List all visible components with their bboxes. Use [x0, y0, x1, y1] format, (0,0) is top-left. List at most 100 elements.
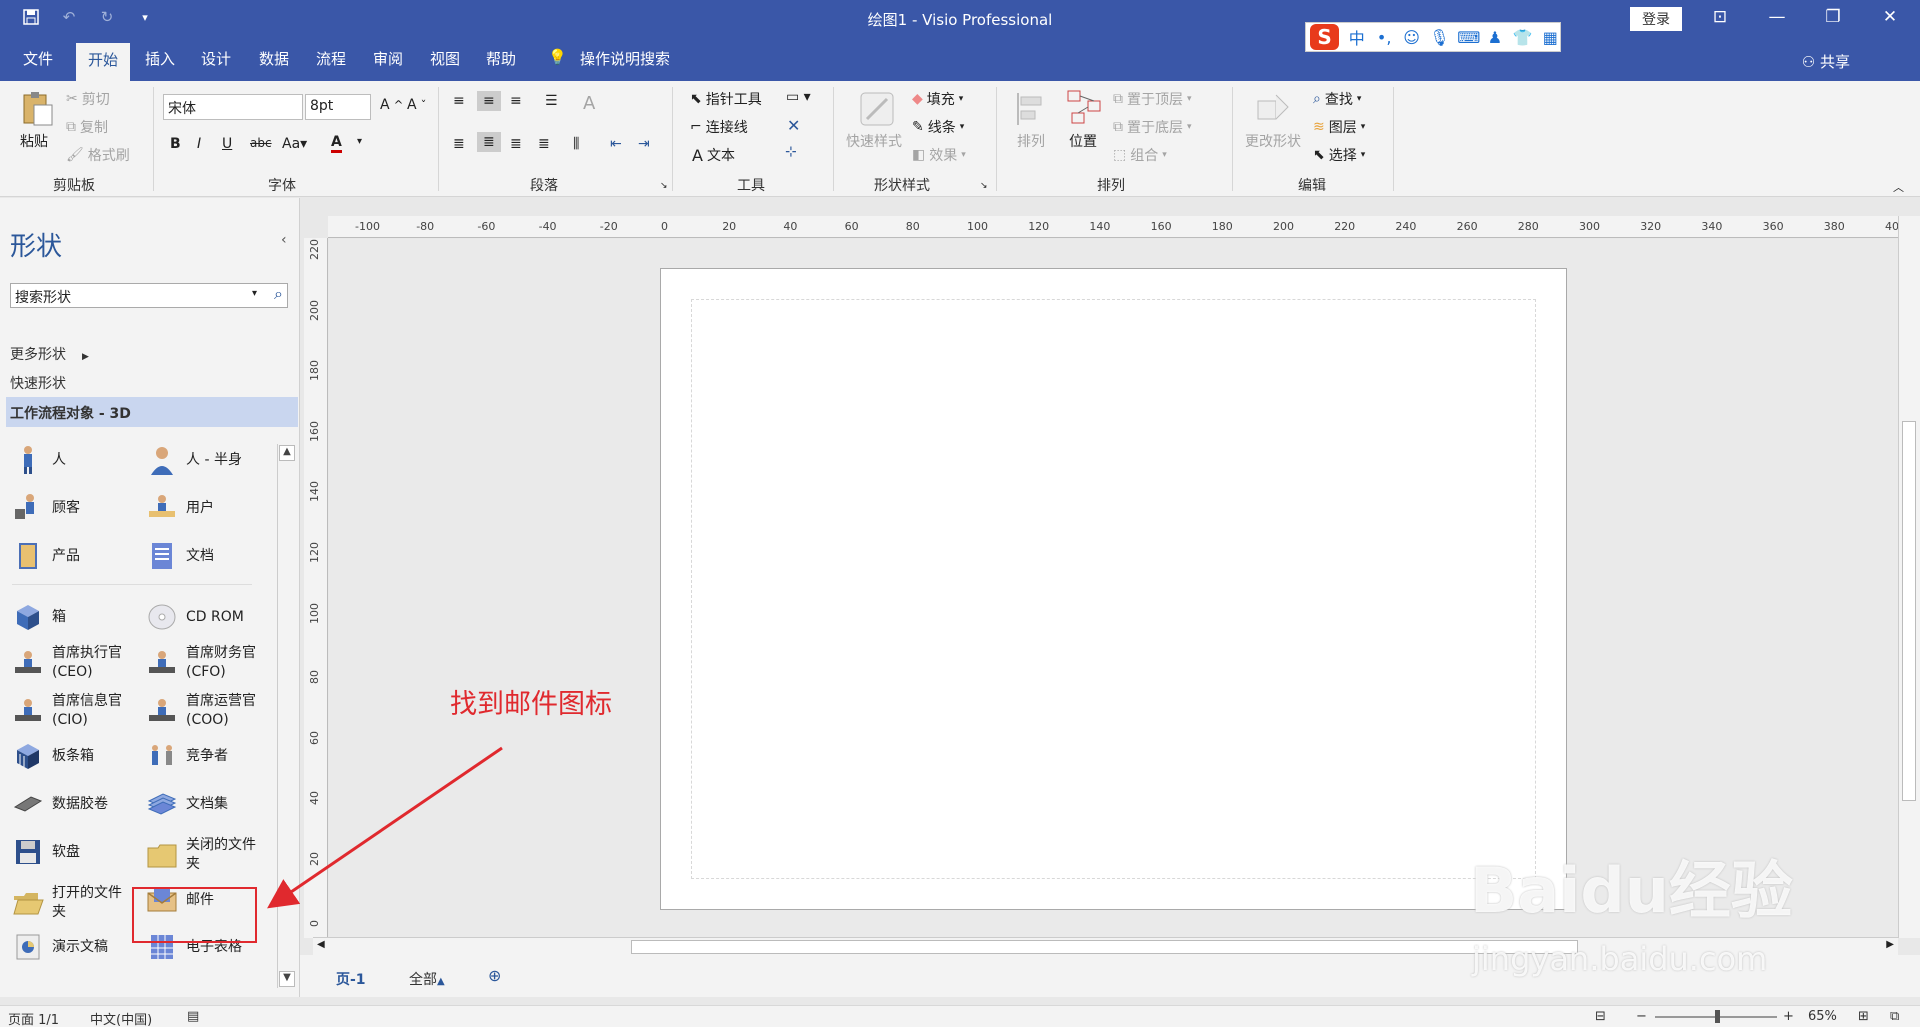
align-center-icon[interactable]: ≣	[477, 132, 501, 152]
share-button[interactable]: ⚇ 共享	[1802, 51, 1850, 72]
language-indicator[interactable]: 中文(中国)	[90, 1009, 152, 1027]
add-page-icon[interactable]: ⊕	[488, 966, 501, 985]
align-top-icon[interactable]: ≡	[453, 93, 465, 109]
change-shape-button[interactable]: 更改形状	[1245, 131, 1301, 151]
text-direction-icon[interactable]: A	[583, 93, 595, 114]
quick-styles-button[interactable]: 快速样式	[846, 131, 902, 151]
shape-ceo[interactable]: 首席执行官 (CEO)	[12, 644, 132, 682]
connection-point-icon[interactable]: ⊹	[785, 144, 797, 160]
paste-icon[interactable]	[18, 89, 58, 129]
strikethrough-icon[interactable]: abc	[250, 136, 272, 150]
ime-user-icon[interactable]: ♟	[1485, 28, 1504, 47]
tab-design[interactable]: 设计	[201, 48, 231, 69]
scroll-left-icon[interactable]: ◀	[317, 939, 325, 950]
align-bottom-icon[interactable]: ≡	[510, 93, 522, 109]
send-to-back-button[interactable]: ⧉ 置于底层 ▾	[1113, 117, 1192, 137]
tab-data[interactable]: 数据	[259, 48, 289, 69]
search-dropdown-icon[interactable]: ▾	[252, 288, 257, 299]
font-color-icon[interactable]: A	[331, 134, 342, 153]
restore-icon[interactable]: ❐	[1818, 7, 1848, 27]
ime-chinese-mode-icon[interactable]: 中	[1347, 25, 1366, 49]
bold-icon[interactable]: B	[170, 136, 181, 152]
delete-connector-icon[interactable]: ✕	[787, 116, 800, 135]
decrease-indent-icon[interactable]: ⇤	[610, 136, 622, 152]
login-button[interactable]: 登录	[1630, 7, 1682, 31]
bullets-icon[interactable]: ☰	[545, 93, 558, 109]
page-tab-1[interactable]: 页-1	[336, 969, 366, 989]
fit-page-icon[interactable]: ⊞	[1858, 1009, 1869, 1024]
increase-indent-icon[interactable]: ⇥	[638, 136, 650, 152]
shape-cfo[interactable]: 首席财务官 (CFO)	[146, 644, 266, 682]
pointer-tool-button[interactable]: ⬉ 指针工具	[690, 89, 762, 109]
presentation-mode-icon[interactable]: ⊟	[1595, 1009, 1606, 1024]
shape-crate[interactable]: 板条箱	[12, 740, 94, 772]
scroll-right-icon[interactable]: ▶	[1886, 939, 1894, 950]
shape-data-film[interactable]: 数据胶卷	[12, 788, 108, 820]
ime-skin-icon[interactable]: 👕	[1513, 28, 1533, 47]
shape-person-half[interactable]: 人 - 半身	[146, 444, 242, 476]
group-button[interactable]: ⬚ 组合 ▾	[1113, 145, 1167, 165]
position-button[interactable]: 位置	[1069, 131, 1097, 151]
tab-insert[interactable]: 插入	[145, 48, 175, 69]
shape-competitor[interactable]: 竞争者	[146, 740, 228, 772]
font-color-dropdown-icon[interactable]: ▾	[357, 136, 362, 147]
underline-icon[interactable]: U	[222, 136, 232, 152]
switch-windows-icon[interactable]: ⧉	[1890, 1009, 1899, 1024]
active-stencil-title[interactable]: 工作流程对象 - 3D	[6, 397, 298, 427]
font-name-field[interactable]: 宋体	[163, 94, 303, 120]
shape-box[interactable]: 箱	[12, 601, 66, 633]
bring-to-front-button[interactable]: ⧉ 置于顶层 ▾	[1113, 89, 1192, 109]
shapes-scrollbar[interactable]: ▲ ▼	[277, 444, 295, 988]
tab-help[interactable]: 帮助	[486, 48, 516, 69]
align-arrange-icon[interactable]	[1013, 89, 1053, 129]
find-button[interactable]: ⌕ 查找 ▾	[1313, 89, 1361, 109]
ribbon-display-icon[interactable]: ⊡	[1705, 7, 1735, 27]
tab-process[interactable]: 流程	[316, 48, 346, 69]
page-indicator[interactable]: 页面 1/1	[8, 1009, 59, 1027]
canvas-vertical-scrollbar[interactable]	[1898, 216, 1920, 938]
more-shapes-menu[interactable]: 更多形状 ▶	[10, 344, 89, 364]
ime-keyboard-icon[interactable]: ⌨	[1457, 28, 1480, 47]
tab-file[interactable]: 文件	[23, 48, 53, 69]
shape-user[interactable]: 用户	[146, 492, 214, 524]
text-tool-button[interactable]: A 文本	[692, 145, 735, 165]
paste-button[interactable]: 粘贴	[20, 131, 48, 151]
shape-closed-folder[interactable]: 关闭的文件夹	[146, 836, 266, 874]
quick-shapes-item[interactable]: 快速形状	[10, 373, 66, 393]
shape-floppy[interactable]: 软盘	[12, 836, 80, 868]
cut-button[interactable]: ✂ 剪切	[66, 89, 110, 109]
zoom-slider-thumb[interactable]	[1714, 1010, 1720, 1023]
shape-document[interactable]: 文档	[146, 540, 214, 572]
shape-product[interactable]: 产品	[12, 540, 80, 572]
select-button[interactable]: ⬉ 选择 ▾	[1313, 145, 1365, 165]
change-shape-icon[interactable]	[1254, 89, 1294, 129]
shrink-font-icon[interactable]: Aˇ	[407, 97, 426, 113]
minimize-icon[interactable]: —	[1762, 7, 1792, 27]
align-right-icon[interactable]: ≣	[510, 136, 522, 152]
zoom-out-icon[interactable]: −	[1636, 1009, 1647, 1024]
zoom-level[interactable]: 65%	[1808, 1009, 1837, 1024]
align-button[interactable]: 排列	[1017, 131, 1045, 151]
paragraph-launcher-icon[interactable]: ↘	[660, 181, 668, 191]
ime-emoji-icon[interactable]: ☺	[1402, 28, 1421, 47]
ime-mic-icon[interactable]: 🎙	[1429, 28, 1449, 47]
collapse-ribbon-icon[interactable]: ︿	[1893, 179, 1904, 195]
change-case-icon[interactable]: Aa▾	[282, 136, 307, 152]
tab-view[interactable]: 视图	[430, 48, 460, 69]
shape-cio[interactable]: 首席信息官 (CIO)	[12, 692, 132, 730]
distributed-icon[interactable]: ⫼	[573, 136, 579, 152]
align-middle-icon[interactable]: ≡	[477, 91, 501, 111]
rectangle-icon[interactable]: ▭ ▾	[786, 89, 811, 105]
position-icon[interactable]	[1064, 87, 1104, 127]
zoom-in-icon[interactable]: +	[1783, 1009, 1794, 1024]
layers-button[interactable]: ≋ 图层 ▾	[1313, 117, 1365, 137]
close-icon[interactable]: ✕	[1875, 7, 1905, 27]
macro-icon[interactable]: ▤	[187, 1009, 199, 1024]
scroll-thumb[interactable]	[631, 940, 1578, 954]
collapse-panel-icon[interactable]: ‹	[281, 232, 287, 248]
effects-button[interactable]: ◧ 效果 ▾	[912, 145, 966, 165]
tell-me-search[interactable]: 操作说明搜索	[580, 48, 670, 69]
all-pages-button[interactable]: 全部▲	[409, 969, 445, 989]
format-painter-button[interactable]: 🖌 格式刷	[66, 145, 130, 165]
shape-styles-launcher-icon[interactable]: ↘	[980, 181, 988, 191]
